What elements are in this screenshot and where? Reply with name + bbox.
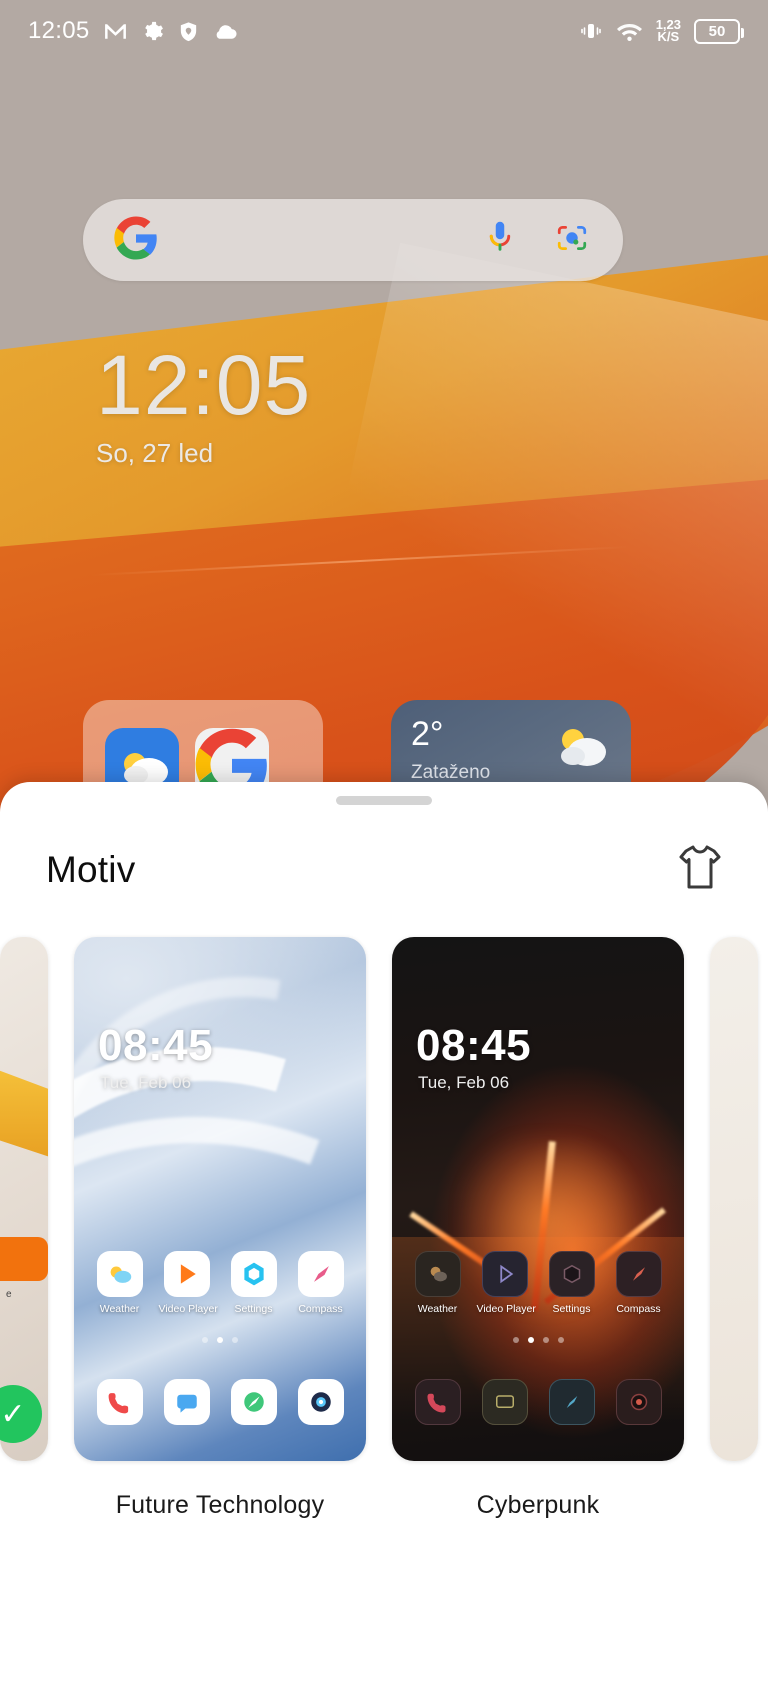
preview-date: Tue, Feb 06	[418, 1073, 509, 1093]
preview-app-label: Weather	[92, 1303, 148, 1315]
cloud-icon	[213, 22, 238, 40]
clock-widget[interactable]: 12:05 So, 27 led	[96, 340, 311, 469]
preview-app-label: Compass	[611, 1303, 667, 1315]
theme-item-future-technology[interactable]: 08:45 Tue, Feb 06 Weather Video Player	[74, 937, 366, 1520]
page-dot	[543, 1337, 549, 1343]
preview-app: Settings	[226, 1251, 282, 1315]
battery-indicator: 50	[694, 19, 740, 44]
battery-level-text: 50	[709, 23, 726, 40]
wifi-icon	[616, 20, 643, 42]
theme-item-partial-right[interactable]	[710, 937, 758, 1461]
page-dot	[513, 1337, 519, 1343]
browser-icon	[549, 1379, 595, 1425]
theme-name-label: Future Technology	[74, 1491, 366, 1520]
theme-app-icon-partial	[0, 1237, 48, 1281]
theme-accent-shape	[0, 1067, 48, 1157]
preview-app: Settings	[544, 1251, 600, 1315]
preview-app-label: Weather	[410, 1303, 466, 1315]
page-title: Motiv	[46, 849, 135, 891]
selected-check-icon: ✓	[0, 1385, 42, 1443]
google-g-icon	[114, 216, 158, 265]
preview-app-row-2	[392, 1379, 684, 1425]
gear-icon	[141, 20, 164, 43]
camera-icon	[298, 1379, 344, 1425]
preview-app: Video Player	[477, 1251, 533, 1315]
google-search-bar[interactable]	[83, 199, 623, 281]
compass-icon	[616, 1251, 662, 1297]
theme-picker-bottom-sheet: Motiv e ✓ 08:45 Tue, Feb 06	[0, 782, 768, 1707]
page-dot-active	[217, 1337, 223, 1343]
preview-clock: 08:45	[98, 1021, 213, 1071]
preview-app-row-1: Weather Video Player Settings	[74, 1251, 366, 1315]
drag-handle[interactable]	[336, 796, 432, 805]
microphone-icon[interactable]	[485, 219, 515, 262]
status-bar-right: 1,23 K/S 50	[579, 19, 740, 44]
google-lens-icon[interactable]	[555, 221, 589, 260]
theme-item-partial-left[interactable]: e ✓	[0, 937, 48, 1461]
theme-carousel[interactable]: e ✓ 08:45 Tue, Feb 06 Weather	[0, 937, 768, 1520]
phone-icon	[415, 1379, 461, 1425]
preview-app-row-1: Weather Video Player Settings	[392, 1251, 684, 1315]
preview-app-label: Compass	[293, 1303, 349, 1315]
theme-preview-card[interactable]	[710, 937, 758, 1461]
preview-app: Weather	[410, 1251, 466, 1315]
browser-icon	[231, 1379, 277, 1425]
clock-widget-time: 12:05	[96, 340, 311, 430]
preview-app: Compass	[611, 1251, 667, 1315]
settings-icon	[549, 1251, 595, 1297]
preview-page-indicator	[392, 1337, 684, 1343]
camera-icon	[616, 1379, 662, 1425]
preview-app-label: Video Player	[159, 1303, 215, 1315]
shield-icon	[177, 20, 200, 43]
preview-app: Video Player	[159, 1251, 215, 1315]
compass-icon	[298, 1251, 344, 1297]
vibrate-icon	[579, 19, 603, 43]
sheet-header: Motiv	[0, 805, 768, 896]
network-speed-unit: K/S	[658, 29, 680, 44]
preview-app-label: Settings	[544, 1303, 600, 1315]
phone-icon	[97, 1379, 143, 1425]
theme-preview-card[interactable]: 08:45 Tue, Feb 06 Weather Video Player	[74, 937, 366, 1461]
preview-app-row-2	[74, 1379, 366, 1425]
preview-app-label: Video Player	[477, 1303, 533, 1315]
preview-app: Compass	[293, 1251, 349, 1315]
status-bar: 12:05 1,23 K/S	[0, 0, 768, 62]
theme-item-cyberpunk[interactable]: 08:45 Tue, Feb 06 Weather Video Player	[392, 937, 684, 1520]
preview-app: Weather	[92, 1251, 148, 1315]
video-player-icon	[164, 1251, 210, 1297]
theme-app-label-partial: e	[6, 1289, 12, 1300]
theme-preview-card[interactable]: e ✓	[0, 937, 48, 1461]
preview-clock: 08:45	[416, 1021, 531, 1071]
page-dot	[202, 1337, 208, 1343]
page-dot	[232, 1337, 238, 1343]
preview-date: Tue, Feb 06	[100, 1073, 191, 1093]
preview-page-indicator	[74, 1337, 366, 1343]
status-bar-left: 12:05	[28, 17, 238, 45]
messages-icon	[482, 1379, 528, 1425]
status-bar-clock: 12:05	[28, 17, 90, 45]
clock-widget-date: So, 27 led	[96, 438, 311, 469]
preview-app-label: Settings	[226, 1303, 282, 1315]
theme-preview-card[interactable]: 08:45 Tue, Feb 06 Weather Video Player	[392, 937, 684, 1461]
settings-icon	[231, 1251, 277, 1297]
sun-behind-cloud-icon	[549, 724, 611, 777]
network-speed-indicator: 1,23 K/S	[656, 19, 681, 43]
weather-icon	[415, 1251, 461, 1297]
video-player-icon	[482, 1251, 528, 1297]
t-shirt-icon[interactable]	[678, 843, 722, 896]
gmail-icon	[103, 19, 128, 44]
messages-icon	[164, 1379, 210, 1425]
weather-icon	[97, 1251, 143, 1297]
page-dot-active	[528, 1337, 534, 1343]
theme-name-label: Cyberpunk	[392, 1491, 684, 1520]
page-dot	[558, 1337, 564, 1343]
